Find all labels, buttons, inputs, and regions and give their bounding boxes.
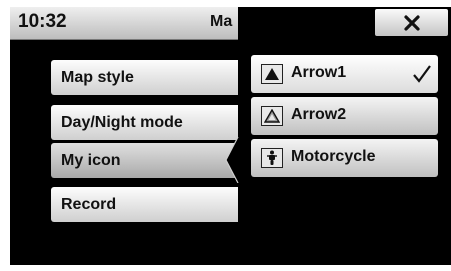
menu-item-label: Record	[61, 195, 117, 213]
icon-options-panel: Arrow1 Arrow2 Motorcycle	[239, 7, 451, 265]
menu-item-label: Map style	[61, 68, 134, 86]
screen-title: Ma	[210, 13, 233, 30]
icon-option-motorcycle[interactable]: Motorcycle	[251, 139, 438, 177]
icon-option-arrow1[interactable]: Arrow1	[251, 55, 438, 93]
menu-item-map-style[interactable]: Map style	[51, 60, 238, 95]
motorcycle-icon	[261, 148, 283, 168]
arrow-filled-icon	[261, 64, 283, 84]
close-icon	[403, 14, 420, 31]
settings-menu-panel: 10:32 Ma Map style Day/Night mode My ico…	[10, 7, 238, 265]
icon-option-arrow2[interactable]: Arrow2	[251, 97, 438, 135]
menu-item-day-night-mode[interactable]: Day/Night mode	[51, 105, 238, 140]
menu-item-label: My icon	[61, 151, 121, 169]
status-bar: 10:32 Ma	[10, 7, 238, 40]
menu-item-my-icon[interactable]: My icon	[51, 143, 238, 178]
close-button[interactable]	[375, 9, 448, 36]
device-screen: 10:32 Ma Map style Day/Night mode My ico…	[10, 7, 451, 265]
menu-item-label: Day/Night mode	[61, 113, 183, 131]
clock: 10:32	[18, 11, 67, 32]
menu-item-record[interactable]: Record	[51, 187, 238, 222]
icon-option-label: Arrow1	[291, 64, 347, 81]
icon-option-label: Arrow2	[291, 106, 347, 123]
icon-option-label: Motorcycle	[291, 148, 376, 165]
arrow-outline-icon	[261, 106, 283, 126]
checkmark-icon	[413, 65, 431, 83]
